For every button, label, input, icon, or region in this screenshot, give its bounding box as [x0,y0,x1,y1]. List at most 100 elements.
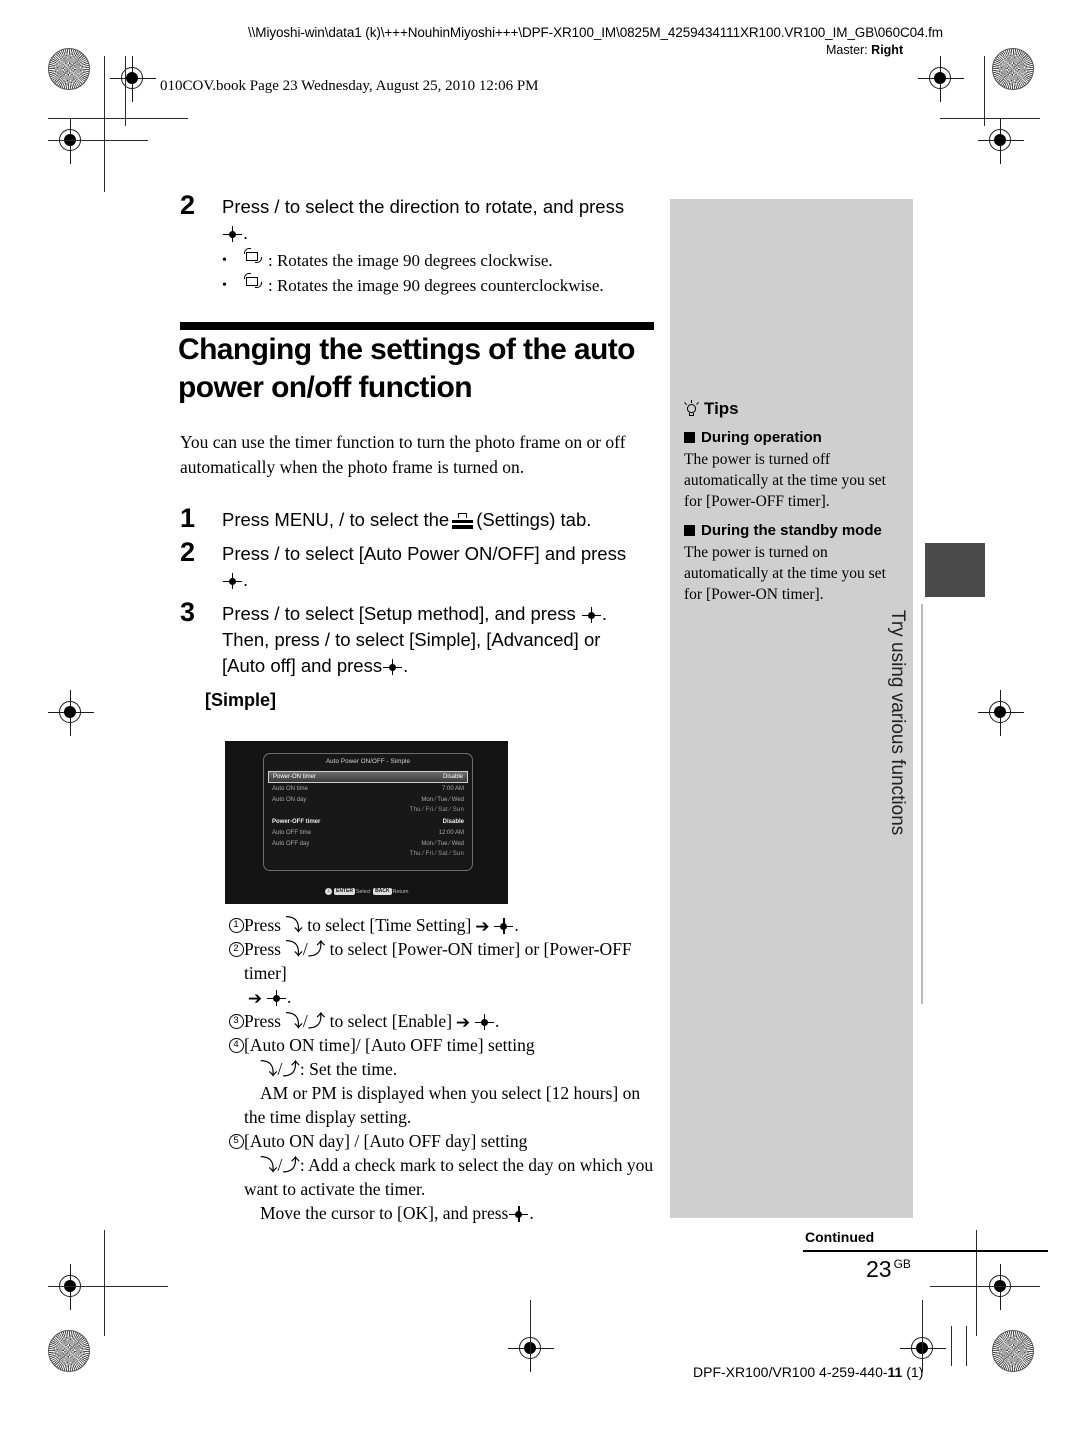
crop-line-tl-v [104,56,106,192]
circled-item-3: 3 Press ⤵/⤴ to select [Enable] ➔. [228,1009,660,1033]
lcd-row-label: Auto ON time [272,785,309,792]
ci2-c: . [287,987,292,1007]
step-2-text-a: Press / to select [Auto Power ON/OFF] an… [222,543,627,564]
ci1-b: to select [Time Setting] [302,915,472,935]
starburst-mark-bottom-left [48,1330,90,1372]
step-3-text-e: . [403,655,409,676]
enter-key-icon [494,918,514,934]
lcd-row-auto-on-day[interactable]: Auto ON day Mon ⁄ Tue ⁄ Wed [268,794,468,805]
lcd-row-label: Power-ON timer [273,774,317,780]
circled-item-5: 5 [Auto ON day] / [Auto OFF day] setting… [228,1129,660,1225]
right-arrow-icon: ➔ [455,1013,471,1033]
step-2: 2 Press / to select [Auto Power ON/OFF] … [180,537,660,593]
circled-item-4: 4 [Auto ON time]/ [Auto OFF time] settin… [228,1033,660,1129]
lcd-row-value: Disable [442,774,463,780]
chapter-tab-rule [921,604,923,1004]
lcd-row-auto-off-day-2[interactable]: Thu ⁄ Fri ⁄ Sat ⁄ Sun [268,849,468,860]
registration-mark-top-left [110,56,156,102]
square-bullet-icon [684,525,695,536]
ci1-c: . [514,915,519,935]
simple-section-label: [Simple] [205,690,277,710]
circled-item-1: 1 Press ⤵ to select [Time Setting] ➔. [228,913,660,937]
ci4-sub-1: ⤵/⤴: Set the time. [260,1059,398,1079]
ci5-sub-1: ⤵/⤴: Add a check mark to select the day … [244,1155,654,1199]
ci3-a: Press [244,1011,286,1031]
master-value: Right [871,43,904,57]
crop-line-br-h [930,1286,1040,1288]
top-step-block: 2 Press / to select the direction to rot… [180,190,660,298]
rotate-cw-text: : Rotates the image 90 degrees clockwise… [268,251,553,270]
tips-section-1-heading: During operation [684,429,900,446]
bullet-dot: • [222,253,227,268]
lcd-row-label: Auto OFF day [272,840,310,847]
lcd-rows: Power-ON timer Disable Auto ON time 7:00… [268,771,468,860]
lcd-row-power-off-timer[interactable]: Power-OFF timer Disable [268,816,468,827]
circled-number-3: 3 [228,1009,244,1032]
lcd-row-label: Auto OFF time [272,829,312,836]
lcd-panel-title: Auto Power ON/OFF - Simple [325,758,411,765]
top-step-2: 2 Press / to select the direction to rot… [180,190,660,246]
updown-arrow-icon: ⤵/⤴ [285,1011,326,1031]
tips-section-2-heading: During the standby mode [684,522,900,539]
crop-line-tl-v2 [125,56,127,126]
crop-line-tl-h2 [48,140,148,142]
crop-line-right-edge-a [951,1326,953,1366]
lcd-row-auto-on-time[interactable]: Auto ON time 7:00 AM [268,783,468,794]
starburst-mark-top-right [992,48,1034,90]
file-path-header: \\Miyoshi-win\data1 (k)\+++NouhinMiyoshi… [248,25,943,40]
ci1-a: Press [244,915,286,935]
enter-key-icon [267,990,286,1006]
circled-number-5: 5 [228,1129,244,1152]
enter-key-icon [223,573,242,589]
step-3: 3 Press / to select [Setup method], and … [180,597,660,679]
lcd-row-label: Auto ON day [272,796,307,803]
circled-item-2: 2 Press ⤵/⤴ to select [Power-ON timer] o… [228,937,660,1009]
lcd-row-auto-off-time[interactable]: Auto OFF time 12:00 AM [268,827,468,838]
lcd-row-auto-off-day[interactable]: Auto OFF day Mon ⁄ Tue ⁄ Wed [268,838,468,849]
step-3-text-a: Press / to select [Setup method], and pr… [222,603,576,624]
step-1-text: Press MENU, / to select the (Settings) ta… [222,503,591,533]
step-3-text: Press / to select [Setup method], and pr… [222,597,607,679]
part-number-c: (1) [902,1364,924,1380]
crop-line-br-v [976,1230,978,1336]
tips-section-2-body: The power is turned on automatically at … [684,544,886,603]
registration-mark-mid-right [978,690,1024,736]
lcd-row-value: 12:00 AM [438,829,464,836]
lcd-row-label: Power-OFF timer [272,818,321,825]
down-arrow-icon: ⤵ [285,915,303,935]
lcd-row-power-on-timer[interactable]: Power-ON timer Disable [268,771,468,783]
crop-line-tr-v [984,56,986,126]
lcd-row-auto-on-day-2[interactable]: Thu ⁄ Fri ⁄ Sat ⁄ Sun [268,805,468,816]
lcd-row-value: 7:00 AM [441,785,464,792]
step-3-text-d: [Auto off] and press [222,655,383,676]
tips-content: Tips During operation The power is turne… [684,399,900,605]
circled-item-5-text: [Auto ON day] / [Auto OFF day] setting ⤵… [244,1129,660,1225]
enter-key-icon [223,226,242,242]
circled-number-4: 4 [228,1033,244,1056]
step-1-text-b: (Settings) tab. [476,509,592,530]
step-3-number: 3 [180,597,196,627]
step-2-text-b: . [243,569,249,590]
circled-item-1-text: Press ⤵ to select [Time Setting] ➔. [244,913,660,937]
enter-key-icon [509,1206,529,1222]
step-2-number: 2 [180,537,196,567]
crop-line-bl-v [104,1230,106,1336]
updown-arrow-icon: ⤵/⤴ [260,1059,300,1079]
top-step-text: Press / to select the direction to rotat… [222,190,624,246]
lcd-action-select: Select [355,889,371,895]
registration-mark-top-right [918,56,964,102]
crop-line-center-bottom [530,1300,532,1360]
top-step-text-before: Press / to select the direction to rotat… [222,196,625,217]
page-number: 23 GB [866,1256,911,1282]
starburst-mark-top-left [48,48,90,90]
rotate-bullet-cw: • : Rotates the image 90 degrees clockwi… [222,248,660,273]
enter-key-cap: ENTER [333,888,355,895]
ci5-sub-2: Move the cursor to [OK], and press. [260,1203,534,1223]
updown-key-icon: ↕ [325,888,332,895]
crop-line-tl-h [48,118,188,120]
rotate-bullet-ccw: • : Rotates the image 90 degrees counter… [222,273,660,298]
lcd-row-value: Disable [442,818,464,825]
footer-rule [803,1250,1048,1253]
rotate-bullets: • : Rotates the image 90 degrees clockwi… [222,248,660,298]
circled-procedure-list: 1 Press ⤵ to select [Time Setting] ➔. 2 P… [228,913,660,1225]
